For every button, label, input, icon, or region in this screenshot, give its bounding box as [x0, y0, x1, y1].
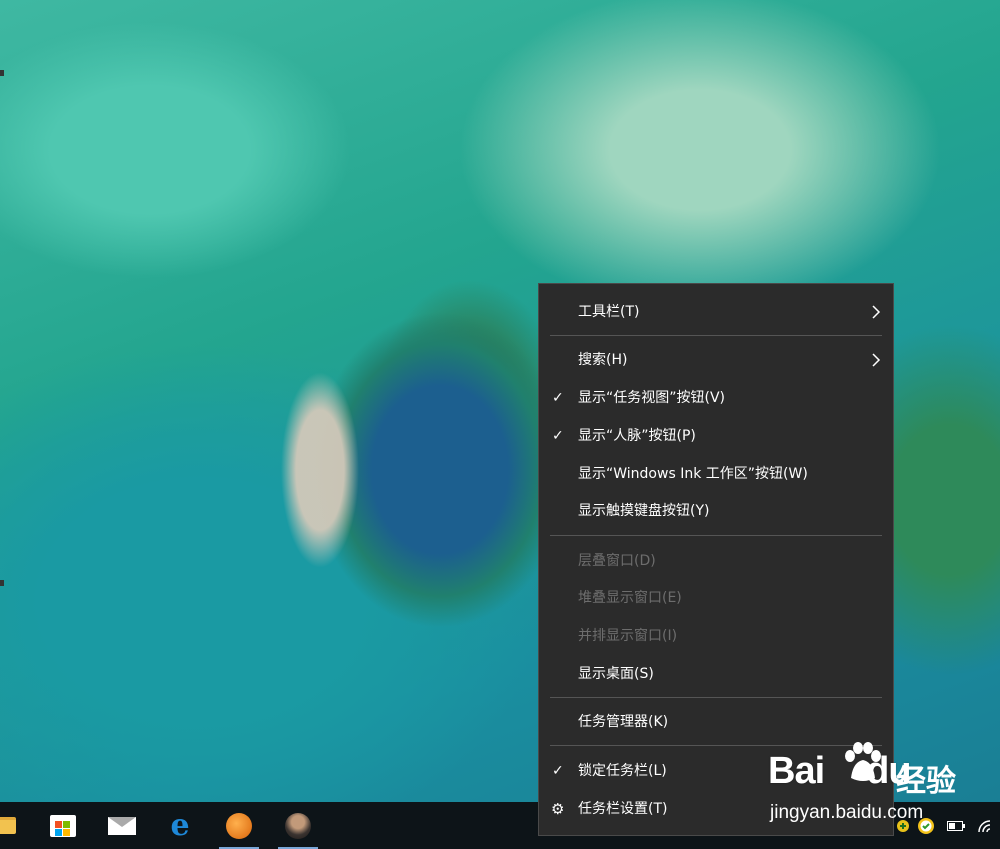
- menu-separator: [550, 535, 882, 536]
- watermark-brand: Bai du: [768, 750, 912, 792]
- menu-item-show-people-button[interactable]: ✓ 显示“人脉”按钮(P): [539, 417, 893, 455]
- orange-app-icon[interactable]: [216, 802, 262, 849]
- file-explorer-icon[interactable]: [0, 802, 30, 849]
- menu-item-label: 搜索(H): [578, 352, 628, 368]
- menu-item-search[interactable]: 搜索(H): [539, 341, 893, 379]
- menu-item-show-touch-keyboard-button[interactable]: 显示触摸键盘按钮(Y): [539, 492, 893, 530]
- menu-item-stack-windows: 堆叠显示窗口(E): [539, 579, 893, 617]
- menu-separator: [550, 335, 882, 336]
- edge-icon[interactable]: e: [157, 802, 203, 849]
- menu-item-label: 堆叠显示窗口(E): [578, 590, 682, 606]
- menu-item-label: 任务栏设置(T): [578, 801, 668, 817]
- menu-item-side-by-side-windows: 并排显示窗口(I): [539, 617, 893, 655]
- watermark-url: jingyan.baidu.com: [770, 802, 924, 823]
- gear-icon: ⚙: [551, 800, 565, 818]
- menu-item-label: 锁定任务栏(L): [578, 763, 667, 779]
- watermark-jingyan: 经验: [896, 764, 956, 799]
- desktop-icon-edge[interactable]: [0, 580, 4, 586]
- menu-item-label: 层叠窗口(D): [578, 553, 656, 569]
- menu-item-label: 显示“人脉”按钮(P): [578, 428, 696, 444]
- chevron-right-icon: [872, 353, 881, 367]
- checkmark-icon: ✓: [552, 428, 564, 444]
- menu-item-cascade-windows: 层叠窗口(D): [539, 542, 893, 580]
- menu-item-toolbars[interactable]: 工具栏(T): [539, 293, 893, 331]
- baidu-paw-icon: [845, 742, 881, 781]
- menu-item-label: 并排显示窗口(I): [578, 628, 678, 644]
- menu-separator: [550, 697, 882, 698]
- menu-item-label: 显示“Windows Ink 工作区”按钮(W): [578, 466, 808, 482]
- microsoft-store-icon[interactable]: [40, 802, 86, 849]
- menu-item-show-desktop[interactable]: 显示桌面(S): [539, 655, 893, 693]
- menu-item-label: 任务管理器(K): [578, 714, 669, 730]
- photo-app-icon[interactable]: [275, 802, 321, 849]
- checkmark-icon: ✓: [552, 763, 564, 779]
- menu-item-label: 显示桌面(S): [578, 666, 654, 682]
- checkmark-icon: ✓: [552, 390, 564, 406]
- menu-item-show-task-view-button[interactable]: ✓ 显示“任务视图”按钮(V): [539, 379, 893, 417]
- menu-item-task-manager[interactable]: 任务管理器(K): [539, 703, 893, 741]
- menu-item-label: 显示触摸键盘按钮(Y): [578, 503, 710, 519]
- menu-item-label: 工具栏(T): [578, 304, 640, 320]
- chevron-right-icon: [872, 305, 881, 319]
- desktop-icon-edge[interactable]: [0, 70, 4, 76]
- menu-item-label: 显示“任务视图”按钮(V): [578, 390, 726, 406]
- baidu-jingyan-watermark: Bai du 经验 jingyan.baidu.com: [768, 742, 1000, 832]
- mail-icon[interactable]: [99, 802, 145, 849]
- menu-item-show-windows-ink-button[interactable]: 显示“Windows Ink 工作区”按钮(W): [539, 455, 893, 493]
